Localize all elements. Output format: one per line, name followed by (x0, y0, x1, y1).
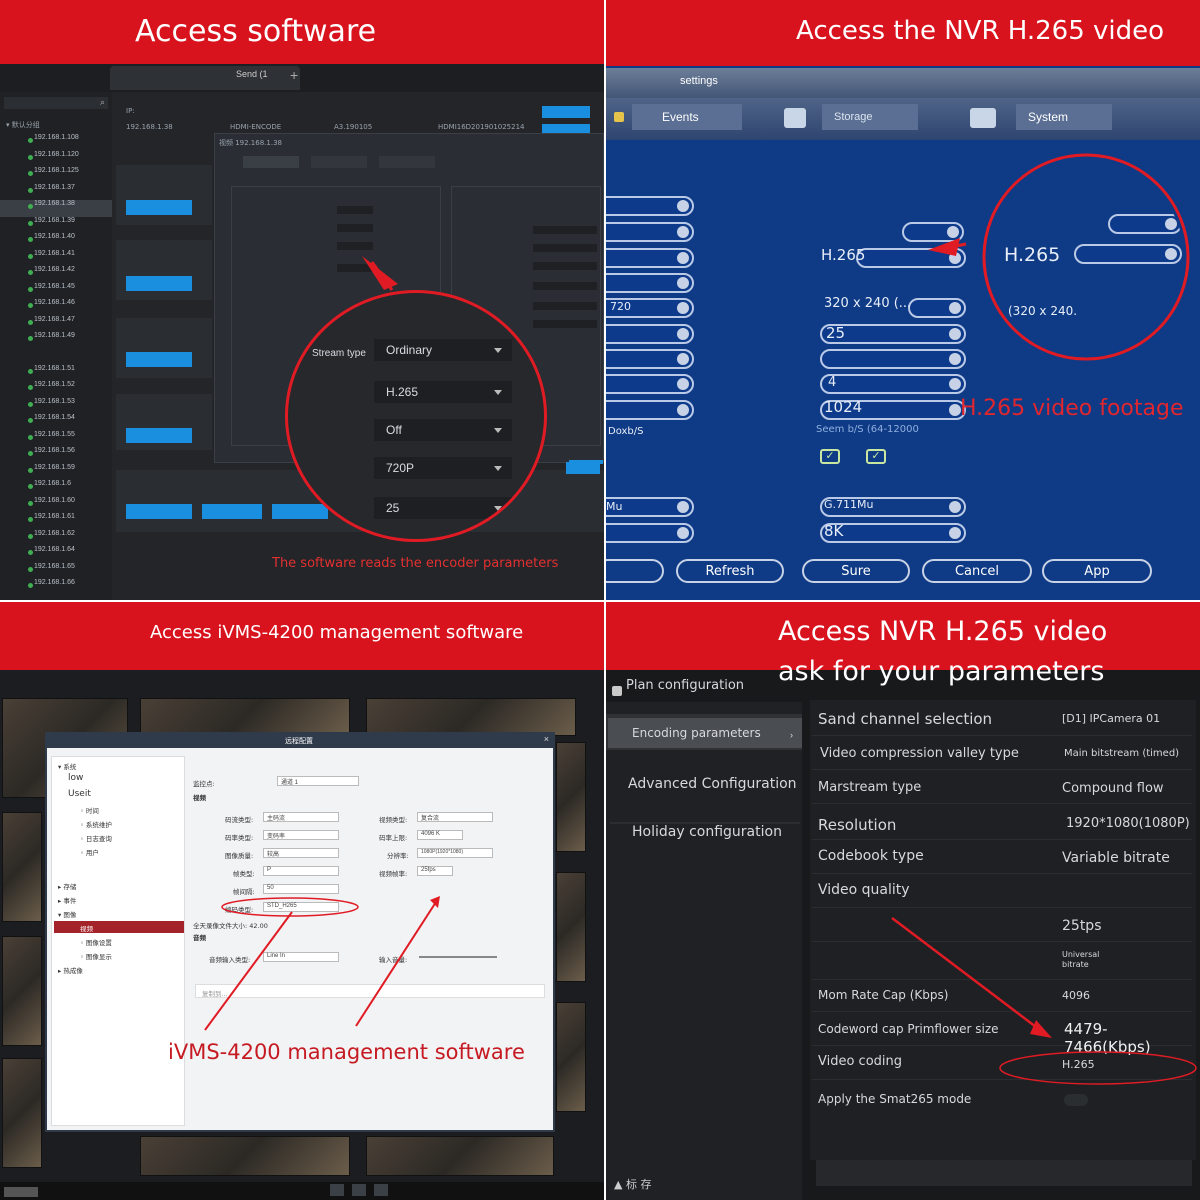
q4-callouts (891, 917, 1197, 1085)
